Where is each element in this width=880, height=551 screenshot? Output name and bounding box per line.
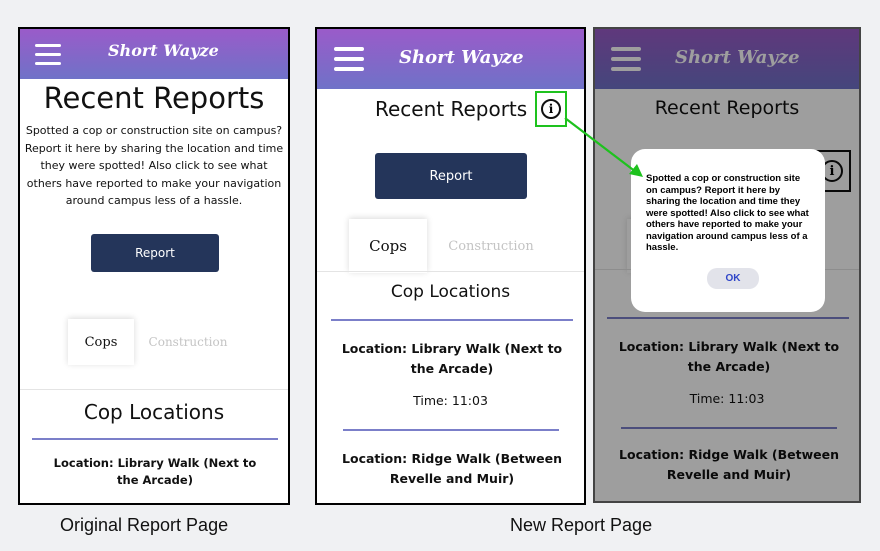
modal-message: Spotted a cop or construction site on ca…: [646, 173, 809, 253]
ok-button[interactable]: OK: [707, 268, 759, 289]
hamburger-menu-icon[interactable]: [334, 47, 364, 71]
app-brand: Short Wayze: [108, 41, 219, 60]
section-divider: [32, 438, 278, 440]
caption-original: Original Report Page: [60, 515, 229, 535]
report-button[interactable]: Report: [91, 234, 219, 272]
tab-divider: [20, 389, 288, 390]
page-description: Spotted a cop or construction site on ca…: [24, 124, 284, 207]
tab-construction[interactable]: Construction: [441, 219, 541, 273]
section-divider: [331, 319, 573, 321]
info-modal: Spotted a cop or construction site on ca…: [631, 149, 825, 312]
location-entry-1: Location: Library Walk (Next to the Arca…: [53, 456, 257, 487]
hamburger-menu-icon[interactable]: [35, 44, 61, 65]
location-entry-2: Location: Ridge Walk (Between Revelle an…: [342, 451, 562, 486]
report-button[interactable]: Report: [375, 153, 527, 199]
caption-new: New Report Page: [510, 515, 653, 535]
location-time-1: Time: 11:03: [413, 393, 488, 408]
app-header: Short Wayze: [20, 29, 288, 79]
new-report-page: Short Wayze Recent Reports i Report Cops…: [315, 27, 586, 505]
original-report-page: Short Wayze Recent Reports Spotted a cop…: [18, 27, 290, 505]
page-title: Recent Reports: [375, 97, 528, 121]
section-title: Cop Locations: [390, 282, 511, 302]
tab-cops[interactable]: Cops: [349, 219, 427, 273]
location-divider: [343, 429, 559, 431]
info-icon[interactable]: i: [541, 99, 561, 119]
app-brand: Short Wayze: [399, 47, 524, 68]
page-title: Recent Reports: [43, 81, 265, 115]
app-header: Short Wayze: [317, 29, 584, 89]
tab-construction[interactable]: Construction: [148, 319, 228, 365]
location-entry-1: Location: Library Walk (Next to the Arca…: [341, 341, 563, 376]
tab-cops[interactable]: Cops: [68, 319, 134, 365]
new-report-page-modal: Short Wayze Recent Reports i Cops Locati…: [593, 27, 861, 503]
section-title: Cop Locations: [83, 400, 225, 424]
tab-divider: [317, 271, 584, 272]
